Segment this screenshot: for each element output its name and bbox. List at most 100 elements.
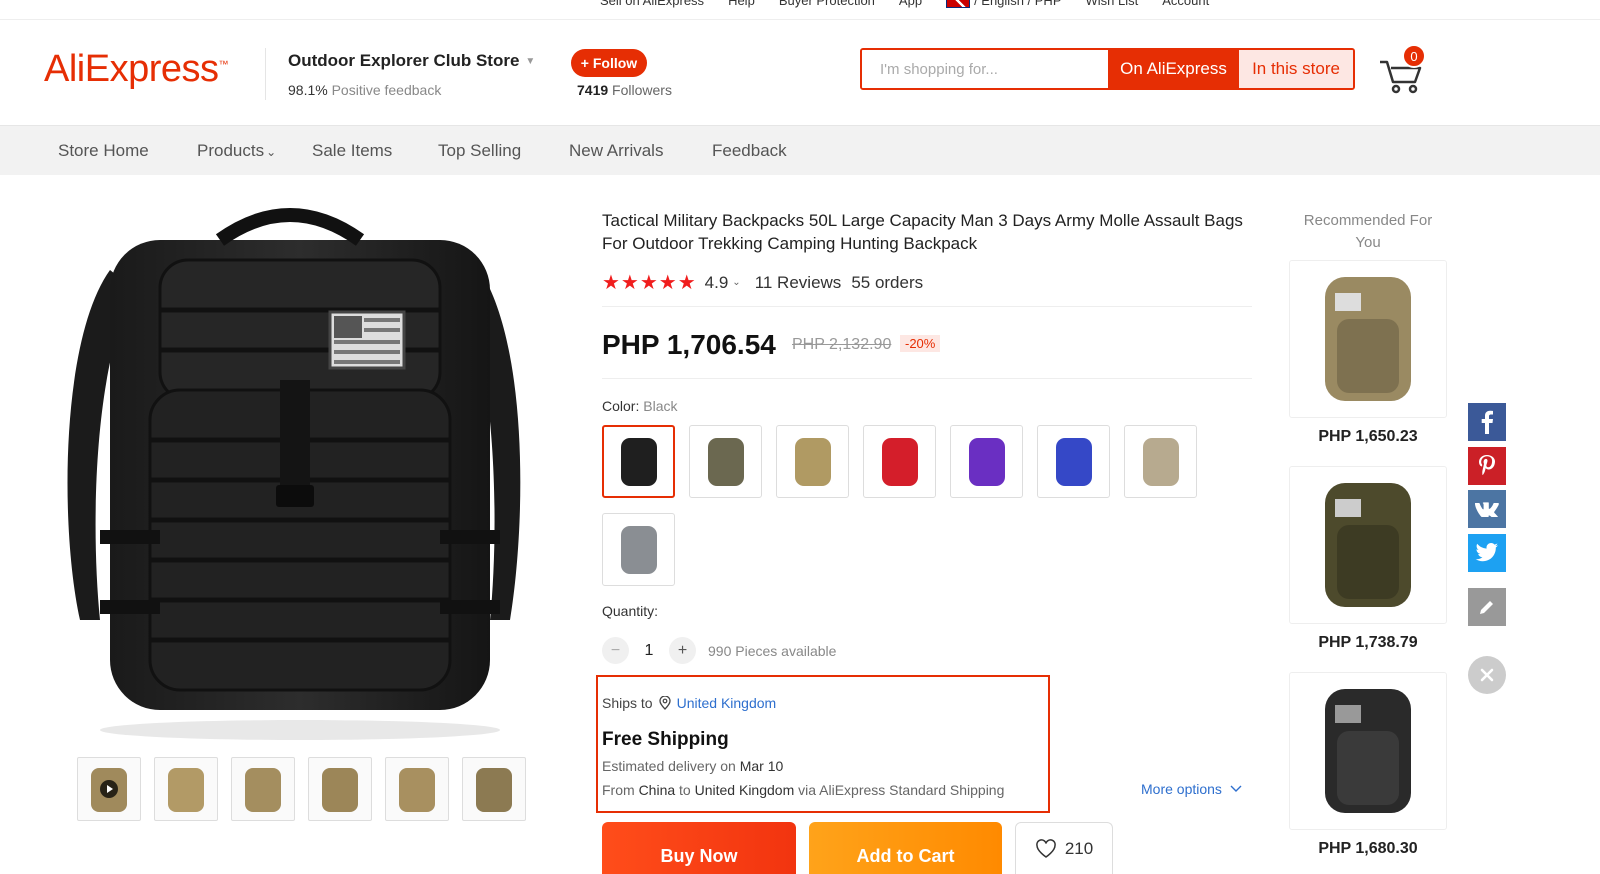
- quantity-stepper: − 1 + 990 Pieces available: [602, 637, 836, 664]
- recommended-item-price[interactable]: PHP 1,738.79: [1289, 634, 1447, 652]
- shipping-route: From China to United Kingdom via AliExpr…: [602, 782, 1004, 798]
- nav-new-arrivals[interactable]: New Arrivals: [569, 141, 663, 161]
- wishlist-count: 210: [1064, 839, 1094, 858]
- nav-store-home[interactable]: Store Home: [58, 141, 149, 161]
- discount-badge: -20%: [900, 335, 941, 352]
- swatch-red[interactable]: [863, 425, 936, 498]
- vk-share-icon[interactable]: [1468, 490, 1506, 528]
- caret-down-icon: ▼: [525, 55, 536, 67]
- followers-number: 7419: [577, 82, 609, 98]
- swatch-olive[interactable]: [689, 425, 762, 498]
- heart-icon: [1035, 839, 1056, 858]
- orders-count: 55 orders: [851, 272, 924, 292]
- thumbnail[interactable]: [308, 757, 372, 821]
- trademark-mark: ™: [218, 59, 229, 71]
- backpack-swatch-image: [968, 437, 1005, 486]
- store-header: AliExpress™ Outdoor Explorer Club Store ▼…: [0, 20, 1600, 126]
- quantity-decrease-button[interactable]: −: [602, 637, 629, 664]
- search-input[interactable]: [862, 50, 1108, 88]
- backpack-swatch-image: [707, 437, 744, 486]
- sell-link[interactable]: Sell on AliExpress: [600, 0, 704, 8]
- cart-count-badge: 0: [1402, 44, 1426, 68]
- product-rating: ★★★★★ 4.9 ⌄ 11 Reviews 55 orders: [602, 270, 923, 295]
- current-price: PHP 1,706.54: [602, 329, 776, 360]
- twitter-share-icon[interactable]: [1468, 534, 1506, 572]
- store-name[interactable]: Outdoor Explorer Club Store ▼: [288, 51, 535, 71]
- buy-now-button[interactable]: Buy Now: [602, 822, 796, 874]
- ships-to-country-link[interactable]: United Kingdom: [677, 695, 777, 711]
- pencil-icon: [1480, 601, 1493, 614]
- original-price: PHP 2,132.90: [792, 336, 892, 353]
- quantity-value[interactable]: 1: [629, 642, 669, 660]
- swatch-blue[interactable]: [1037, 425, 1110, 498]
- chevron-down-icon: ⌄: [266, 145, 277, 159]
- pinterest-share-icon[interactable]: [1468, 447, 1506, 485]
- recommended-item-image[interactable]: [1289, 672, 1447, 830]
- store-nav: Store Home Products ⌄ Sale Items Top Sell…: [0, 125, 1600, 175]
- edit-share-icon[interactable]: [1468, 588, 1506, 626]
- facebook-share-icon[interactable]: [1468, 403, 1506, 441]
- search-bar: On AliExpress In this store: [860, 48, 1355, 90]
- nav-products[interactable]: Products ⌄: [197, 141, 276, 161]
- buyer-protection-link[interactable]: Buyer Protection: [779, 0, 875, 8]
- chevron-down-icon[interactable]: ⌄: [732, 277, 740, 288]
- nav-top-selling[interactable]: Top Selling: [438, 141, 521, 161]
- rating-score[interactable]: 4.9: [705, 273, 729, 293]
- add-to-cart-button[interactable]: Add to Cart: [809, 822, 1002, 874]
- thumbnail[interactable]: [231, 757, 295, 821]
- main-product-image[interactable]: [40, 200, 540, 745]
- swatch-purple[interactable]: [950, 425, 1023, 498]
- feedback-percent: 98.1%: [288, 82, 328, 98]
- thumbnail[interactable]: [385, 757, 449, 821]
- twitter-icon: [1475, 543, 1498, 562]
- nav-sale-items[interactable]: Sale Items: [312, 141, 392, 161]
- quantity-increase-button[interactable]: +: [669, 637, 696, 664]
- more-shipping-options[interactable]: More options: [1141, 781, 1242, 797]
- store-name-text: Outdoor Explorer Club Store: [288, 51, 520, 70]
- app-link[interactable]: App: [899, 0, 922, 8]
- est-date: Mar 10: [739, 758, 784, 774]
- via-text: via AliExpress Standard Shipping: [798, 782, 1005, 798]
- swatch-grey-camo[interactable]: [602, 513, 675, 586]
- thumbnail-video[interactable]: [77, 757, 141, 821]
- backpack-swatch-image: [794, 437, 831, 486]
- recommended-item-image[interactable]: [1289, 260, 1447, 418]
- from-country: China: [638, 782, 676, 798]
- swatch-black[interactable]: [602, 425, 675, 498]
- close-icon: [1480, 668, 1494, 682]
- divider: [602, 306, 1252, 307]
- recommended-item-price[interactable]: PHP 1,680.30: [1289, 840, 1447, 858]
- followers-count: 7419 Followers: [577, 82, 672, 98]
- close-share-icon[interactable]: [1468, 656, 1506, 694]
- account-link[interactable]: Account: [1162, 0, 1209, 8]
- backpack-thumb-image: [322, 768, 358, 812]
- aliexpress-logo[interactable]: AliExpress™: [44, 48, 228, 91]
- swatch-desert-camo[interactable]: [1124, 425, 1197, 498]
- wishlist-link[interactable]: Wish List: [1086, 0, 1139, 8]
- followers-label: Followers: [612, 82, 672, 98]
- nav-feedback[interactable]: Feedback: [712, 141, 787, 161]
- search-store-button[interactable]: In this store: [1239, 50, 1353, 88]
- language-selector[interactable]: / English / PHP: [946, 0, 1062, 8]
- est-label: Estimated delivery on: [602, 758, 736, 774]
- color-label-text: Color:: [602, 398, 640, 414]
- swatch-khaki[interactable]: [776, 425, 849, 498]
- to-country: United Kingdom: [694, 782, 795, 798]
- thumbnail[interactable]: [462, 757, 526, 821]
- follow-button[interactable]: + Follow: [571, 49, 647, 77]
- reviews-link[interactable]: 11 Reviews: [755, 273, 842, 293]
- header-divider: [265, 48, 266, 100]
- wishlist-button[interactable]: 210: [1015, 822, 1113, 874]
- thumbnail[interactable]: [154, 757, 218, 821]
- backpack-image: [1325, 689, 1411, 813]
- recommended-item-price[interactable]: PHP 1,650.23: [1289, 428, 1447, 446]
- estimated-delivery: Estimated delivery on Mar 10: [602, 758, 783, 774]
- facebook-icon: [1481, 410, 1493, 434]
- pieces-available: 990 Pieces available: [708, 642, 837, 659]
- quantity-label: Quantity:: [602, 603, 659, 619]
- help-link[interactable]: Help: [728, 0, 755, 8]
- search-aliexpress-button[interactable]: On AliExpress: [1108, 50, 1239, 88]
- feedback-label: Positive feedback: [331, 82, 442, 98]
- recommended-item-image[interactable]: [1289, 466, 1447, 624]
- backpack-swatch-image: [620, 525, 657, 574]
